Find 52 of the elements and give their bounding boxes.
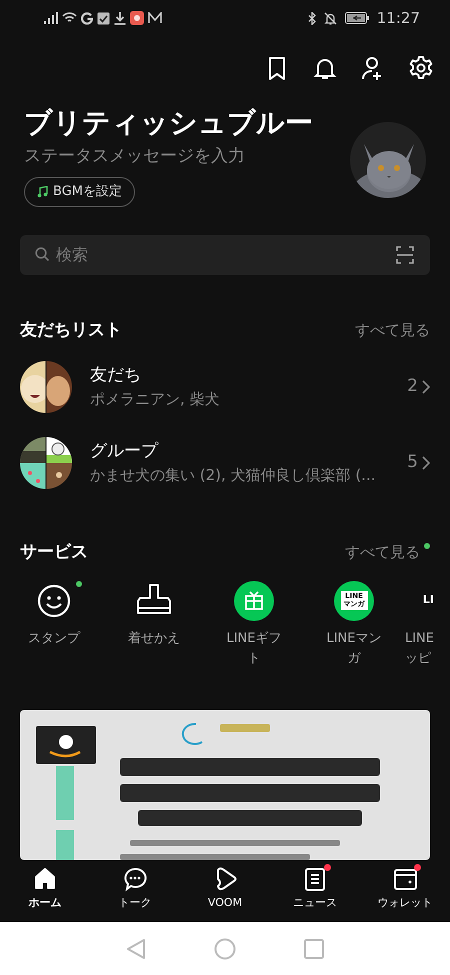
bgm-button[interactable]: BGMを設定: [24, 177, 135, 207]
check-icon: [97, 12, 110, 24]
download-icon: [114, 12, 126, 24]
notification-dot: [324, 864, 331, 871]
wallet-icon: [392, 866, 418, 892]
count: 2: [407, 374, 418, 398]
search-field[interactable]: 検索: [20, 234, 430, 275]
signal-icon: [44, 12, 58, 24]
service-item[interactable]: LI LINE ッピ: [404, 580, 434, 669]
wifi-icon: [62, 12, 77, 24]
shopping-logo-icon: LI: [422, 580, 434, 621]
new-dot: [424, 543, 430, 550]
nav-tab[interactable]: ホーム: [0, 860, 90, 922]
chevron-right-icon: [422, 380, 430, 394]
g-icon: [81, 12, 93, 24]
friend-list-row[interactable]: 友だち ポメラニアン, 柴犬 2: [0, 348, 450, 425]
bluetooth-icon: [308, 12, 316, 24]
profile-name: ブリティッシュブルー: [24, 106, 314, 140]
service-item[interactable]: 着せかえ: [104, 580, 204, 669]
count: 5: [407, 450, 418, 474]
mute-icon: [324, 12, 337, 24]
row-title: グループ: [90, 440, 160, 463]
section-title: 友だちリスト: [20, 318, 122, 342]
chevron-right-icon: [422, 456, 430, 470]
battery-icon: [344, 12, 369, 24]
chat-bubble-icon: [122, 866, 148, 892]
app-icon: [130, 11, 144, 25]
nav-tab[interactable]: VOOM: [180, 860, 270, 922]
row-subtitle: かませ犬の集い (2), 犬猫仲良し倶楽部 (...: [90, 465, 376, 486]
mail-icon: [148, 12, 162, 24]
service-item[interactable]: スタンプ: [4, 580, 104, 669]
clock-time: 11:27: [376, 8, 420, 29]
see-all-link[interactable]: すべて見る: [355, 319, 430, 342]
new-dot: [76, 580, 82, 587]
nav-tab[interactable]: ウォレット: [360, 860, 450, 922]
section-title: サービス: [20, 540, 88, 564]
music-note-icon: [37, 186, 49, 198]
status-message-field[interactable]: ステータスメッセージを入力: [24, 144, 350, 170]
friend-list-row[interactable]: グループ かませ犬の集い (2), 犬猫仲良し倶楽部 (... 5: [0, 424, 450, 501]
row-subtitle: ポメラニアン, 柴犬: [90, 389, 221, 410]
gift-icon: [234, 580, 274, 621]
scan-icon[interactable]: [396, 246, 414, 264]
row-title: 友だち: [90, 364, 142, 387]
service-item[interactable]: LINEギフ ト: [204, 580, 304, 669]
nav-tab[interactable]: ニュース: [270, 860, 360, 922]
search-icon: [35, 246, 50, 262]
nav-tab[interactable]: トーク: [90, 860, 180, 922]
see-all-link[interactable]: すべて見る: [345, 541, 430, 564]
news-icon: [302, 866, 328, 892]
notification-dot: [414, 864, 421, 871]
settings-icon[interactable]: [408, 55, 434, 81]
home-icon: [32, 866, 58, 892]
